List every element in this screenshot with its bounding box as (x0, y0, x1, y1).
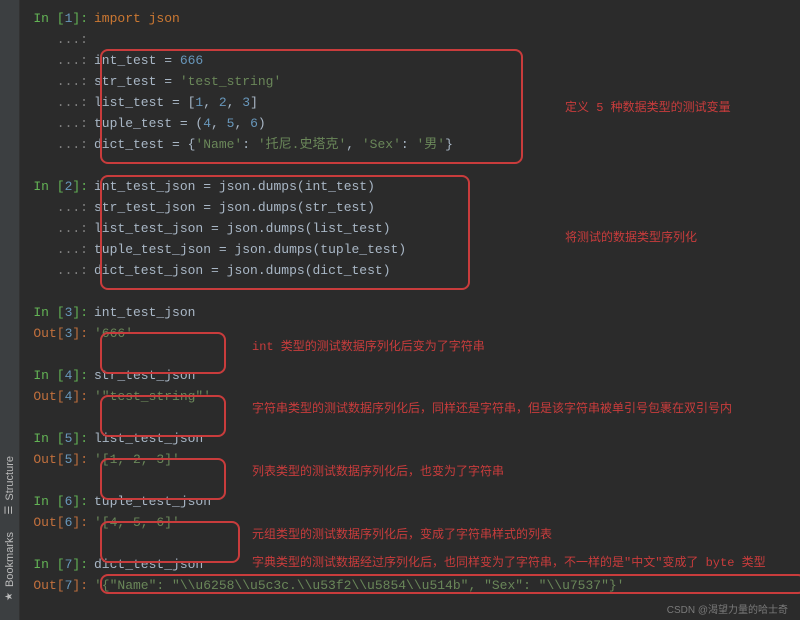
prompt: Out[6]: (24, 512, 94, 533)
code-content[interactable]: int_test_json = json.dumps(int_test) (94, 176, 792, 197)
prompt: In [5]: (24, 428, 94, 449)
prompt: ...: (24, 134, 94, 155)
code-line[interactable]: ...:str_test_json = json.dumps(str_test) (24, 197, 792, 218)
annotation: 字符串类型的测试数据序列化后，同样还是字符串，但是该字符串被单引号包裹在双引号内 (252, 399, 732, 420)
code-line[interactable]: In [6]:tuple_test_json (24, 491, 792, 512)
prompt: Out[5]: (24, 449, 94, 470)
prompt: ...: (24, 71, 94, 92)
structure-icon: ☰ (4, 505, 15, 516)
sidebar-label: Structure (4, 456, 16, 501)
code-content[interactable]: dict_test = {'Name': '托尼.史塔克', 'Sex': '男… (94, 134, 792, 155)
prompt: In [6]: (24, 491, 94, 512)
prompt: Out[4]: (24, 386, 94, 407)
prompt: In [3]: (24, 302, 94, 323)
code-content[interactable]: '{"Name": "\\u6258\\u5c3c.\\u53f2\\u5854… (94, 575, 792, 596)
bookmark-icon: ★ (4, 591, 15, 602)
code-content[interactable]: str_test = 'test_string' (94, 71, 792, 92)
sidebar-label: Bookmarks (4, 532, 16, 587)
prompt: Out[7]: (24, 575, 94, 596)
code-content[interactable]: int_test = 666 (94, 50, 792, 71)
code-line[interactable] (24, 281, 792, 302)
prompt: In [2]: (24, 176, 94, 197)
code-line[interactable]: Out[7]:'{"Name": "\\u6258\\u5c3c.\\u53f2… (24, 575, 792, 596)
code-content[interactable]: tuple_test_json (94, 491, 792, 512)
code-content[interactable]: import json (94, 8, 792, 29)
code-line[interactable]: ...:dict_test_json = json.dumps(dict_tes… (24, 260, 792, 281)
code-line[interactable]: ...:dict_test = {'Name': '托尼.史塔克', 'Sex'… (24, 134, 792, 155)
code-content[interactable]: list_test_json (94, 428, 792, 449)
sidebar: ☰ Structure ★ Bookmarks (0, 0, 20, 620)
code-line[interactable]: In [4]:str_test_json (24, 365, 792, 386)
code-line[interactable]: ...:str_test = 'test_string' (24, 71, 792, 92)
code-line[interactable]: In [1]:import json (24, 8, 792, 29)
prompt: ...: (24, 92, 94, 113)
sidebar-tab-structure[interactable]: ☰ Structure (4, 448, 16, 524)
code-content[interactable]: int_test_json (94, 302, 792, 323)
code-line[interactable] (24, 155, 792, 176)
prompt: Out[3]: (24, 323, 94, 344)
code-line[interactable]: In [2]:int_test_json = json.dumps(int_te… (24, 176, 792, 197)
prompt: In [4]: (24, 365, 94, 386)
console-editor[interactable]: In [1]:import json...:...:int_test = 666… (20, 0, 800, 620)
code-line[interactable]: ...: (24, 29, 792, 50)
annotation: 列表类型的测试数据序列化后，也变为了字符串 (252, 462, 504, 483)
code-content[interactable]: dict_test_json = json.dumps(dict_test) (94, 260, 792, 281)
prompt: ...: (24, 218, 94, 239)
code-content[interactable]: str_test_json (94, 365, 792, 386)
code-line[interactable]: In [3]:int_test_json (24, 302, 792, 323)
prompt: ...: (24, 260, 94, 281)
code-content[interactable]: str_test_json = json.dumps(str_test) (94, 197, 792, 218)
prompt: In [1]: (24, 8, 94, 29)
code-line[interactable]: In [5]:list_test_json (24, 428, 792, 449)
prompt: In [7]: (24, 554, 94, 575)
prompt: ...: (24, 29, 94, 50)
sidebar-tab-bookmarks[interactable]: ★ Bookmarks (4, 524, 16, 610)
code-line[interactable]: ...:int_test = 666 (24, 50, 792, 71)
prompt: ...: (24, 239, 94, 260)
annotation: 定义 5 种数据类型的测试变量 (565, 98, 731, 119)
annotation: 元组类型的测试数据序列化后，变成了字符串样式的列表 (252, 525, 552, 546)
annotation: int 类型的测试数据序列化后变为了字符串 (252, 337, 485, 358)
watermark: CSDN @渴望力量的哈士奇 (667, 601, 788, 616)
prompt: ...: (24, 50, 94, 71)
annotation: 将测试的数据类型序列化 (565, 228, 697, 249)
annotation: 字典类型的测试数据经过序列化后，也同样变为了字符串，不一样的是"中文"变成了 b… (252, 553, 766, 574)
prompt: ...: (24, 197, 94, 218)
prompt: ...: (24, 113, 94, 134)
